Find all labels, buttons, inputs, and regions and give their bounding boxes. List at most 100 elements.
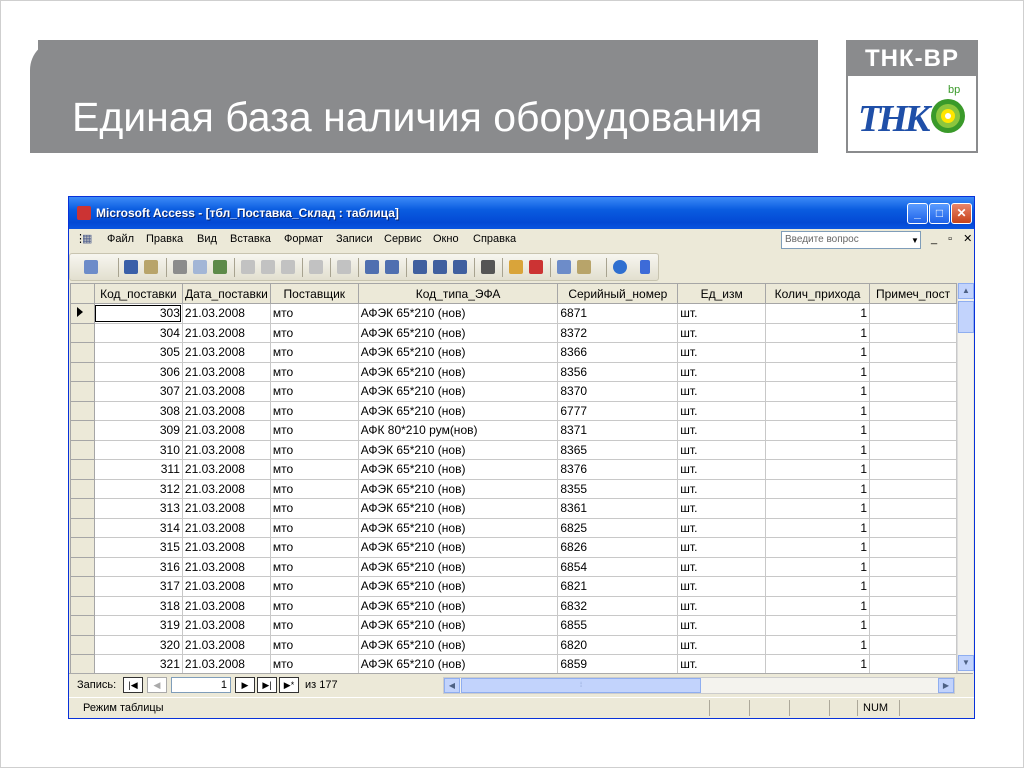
table-cell[interactable]: шт. — [677, 420, 767, 441]
table-cell[interactable]: 6854 — [557, 556, 679, 577]
copy-icon[interactable] — [261, 260, 275, 274]
table-cell[interactable]: мто — [269, 556, 359, 577]
scroll-down-icon[interactable]: ▼ — [958, 655, 974, 671]
record-selector[interactable] — [70, 361, 95, 382]
record-selector[interactable] — [70, 517, 95, 538]
record-selector[interactable] — [70, 342, 95, 363]
table-cell[interactable]: 1 — [765, 654, 870, 673]
table-cell[interactable]: шт. — [677, 517, 767, 538]
table-cell[interactable] — [869, 381, 957, 402]
select-all-corner[interactable] — [70, 283, 95, 304]
table-cell[interactable]: 21.03.2008 — [181, 361, 271, 382]
table-cell[interactable]: 317 — [93, 576, 183, 597]
table-cell[interactable]: шт. — [677, 576, 767, 597]
apply-filter-icon[interactable] — [453, 260, 467, 274]
vertical-scroll-thumb[interactable] — [958, 301, 974, 333]
horizontal-scrollbar[interactable]: ◀ ⦙ ▶ — [443, 677, 955, 694]
table-cell[interactable]: 8372 — [557, 322, 679, 343]
table-cell[interactable]: АФЭК 65*210 (нов) — [357, 361, 559, 382]
table-cell[interactable]: шт. — [677, 478, 767, 499]
table-cell[interactable]: 1 — [765, 615, 870, 636]
table-cell[interactable] — [869, 303, 957, 324]
table-cell[interactable]: 319 — [93, 615, 183, 636]
table-cell[interactable] — [869, 322, 957, 343]
table-cell[interactable]: 21.03.2008 — [181, 322, 271, 343]
record-selector[interactable] — [70, 303, 95, 324]
table-cell[interactable]: 1 — [765, 537, 870, 558]
table-cell[interactable]: 1 — [765, 595, 870, 616]
table-row[interactable]: 317 21.03.2008 мто АФЭК 65*210 (нов) 6821 шт.… — [70, 576, 957, 597]
print-icon[interactable] — [173, 260, 187, 274]
delete-record-icon[interactable] — [529, 260, 543, 274]
table-cell[interactable]: мто — [269, 576, 359, 597]
table-cell[interactable]: АФЭК 65*210 (нов) — [357, 615, 559, 636]
table-cell[interactable]: 21.03.2008 — [181, 517, 271, 538]
undo-icon[interactable] — [309, 260, 323, 274]
record-selector[interactable] — [70, 439, 95, 460]
toolbar-options-icon[interactable] — [640, 260, 650, 274]
table-cell[interactable]: 21.03.2008 — [181, 459, 271, 480]
table-row[interactable]: 315 21.03.2008 мто АФЭК 65*210 (нов) 6826 шт.… — [70, 537, 957, 558]
table-cell[interactable]: мто — [269, 654, 359, 673]
table-cell[interactable]: 8361 — [557, 498, 679, 519]
current-record-input[interactable]: 1 — [171, 677, 231, 693]
paste-icon[interactable] — [281, 260, 295, 274]
table-row[interactable]: 306 21.03.2008 мто АФЭК 65*210 (нов) 8356 шт.… — [70, 361, 957, 382]
table-cell[interactable]: АФЭК 65*210 (нов) — [357, 439, 559, 460]
table-cell[interactable] — [869, 420, 957, 441]
table-cell[interactable]: 6820 — [557, 634, 679, 655]
table-row[interactable]: 305 21.03.2008 мто АФЭК 65*210 (нов) 8366 шт.… — [70, 342, 957, 363]
table-cell[interactable] — [869, 537, 957, 558]
record-selector[interactable] — [70, 400, 95, 421]
spelling-icon[interactable] — [213, 260, 227, 274]
record-selector[interactable] — [70, 654, 95, 673]
table-cell[interactable]: 307 — [93, 381, 183, 402]
close-button[interactable]: ✕ — [951, 203, 972, 224]
sort-ascending-icon[interactable] — [365, 260, 379, 274]
column-header[interactable]: Поставщик — [269, 283, 359, 304]
menu-format[interactable]: Формат — [284, 233, 323, 245]
table-cell[interactable]: шт. — [677, 303, 767, 324]
table-cell[interactable]: 316 — [93, 556, 183, 577]
table-cell[interactable]: мто — [269, 342, 359, 363]
table-cell[interactable]: 1 — [765, 439, 870, 460]
window-titlebar[interactable]: Microsoft Access - [тбл_Поставка_Склад :… — [69, 197, 974, 229]
previous-record-button[interactable]: ◀ — [147, 677, 167, 693]
table-cell[interactable]: 8365 — [557, 439, 679, 460]
chevron-down-icon[interactable]: ▼ — [911, 236, 919, 245]
table-cell[interactable]: мто — [269, 498, 359, 519]
hyperlink-icon[interactable] — [337, 260, 351, 274]
database-window-icon[interactable] — [557, 260, 571, 274]
table-cell[interactable]: 305 — [93, 342, 183, 363]
table-cell[interactable]: АФЭК 65*210 (нов) — [357, 556, 559, 577]
table-row[interactable]: 308 21.03.2008 мто АФЭК 65*210 (нов) 6777 шт.… — [70, 400, 957, 421]
table-cell[interactable]: 1 — [765, 556, 870, 577]
db-window-icon[interactable]: ▦ — [82, 232, 92, 245]
table-row[interactable]: 311 21.03.2008 мто АФЭК 65*210 (нов) 8376 шт.… — [70, 459, 957, 480]
column-header[interactable]: Код_типа_ЭФА — [357, 283, 559, 304]
table-cell[interactable]: мто — [269, 634, 359, 655]
table-cell[interactable]: АФЭК 65*210 (нов) — [357, 459, 559, 480]
table-row[interactable]: 320 21.03.2008 мто АФЭК 65*210 (нов) 6820 шт.… — [70, 634, 957, 655]
table-cell[interactable] — [869, 595, 957, 616]
record-selector[interactable] — [70, 459, 95, 480]
table-cell[interactable]: мто — [269, 420, 359, 441]
table-cell[interactable]: 21.03.2008 — [181, 576, 271, 597]
table-cell[interactable]: шт. — [677, 595, 767, 616]
table-cell[interactable]: 8371 — [557, 420, 679, 441]
table-cell[interactable]: 320 — [93, 634, 183, 655]
table-cell[interactable]: шт. — [677, 381, 767, 402]
table-cell[interactable]: 318 — [93, 595, 183, 616]
table-cell[interactable]: 310 — [93, 439, 183, 460]
horizontal-scroll-thumb[interactable]: ⦙ — [461, 678, 701, 693]
table-cell[interactable]: 1 — [765, 478, 870, 499]
new-record-button[interactable]: ▶* — [279, 677, 299, 693]
table-cell[interactable]: 6871 — [557, 303, 679, 324]
table-cell[interactable]: 304 — [93, 322, 183, 343]
table-cell[interactable]: АФЭК 65*210 (нов) — [357, 400, 559, 421]
table-cell[interactable]: шт. — [677, 654, 767, 673]
table-cell[interactable] — [869, 342, 957, 363]
table-row[interactable]: 313 21.03.2008 мто АФЭК 65*210 (нов) 8361 шт.… — [70, 498, 957, 519]
table-cell[interactable]: шт. — [677, 537, 767, 558]
print-preview-icon[interactable] — [193, 260, 207, 274]
